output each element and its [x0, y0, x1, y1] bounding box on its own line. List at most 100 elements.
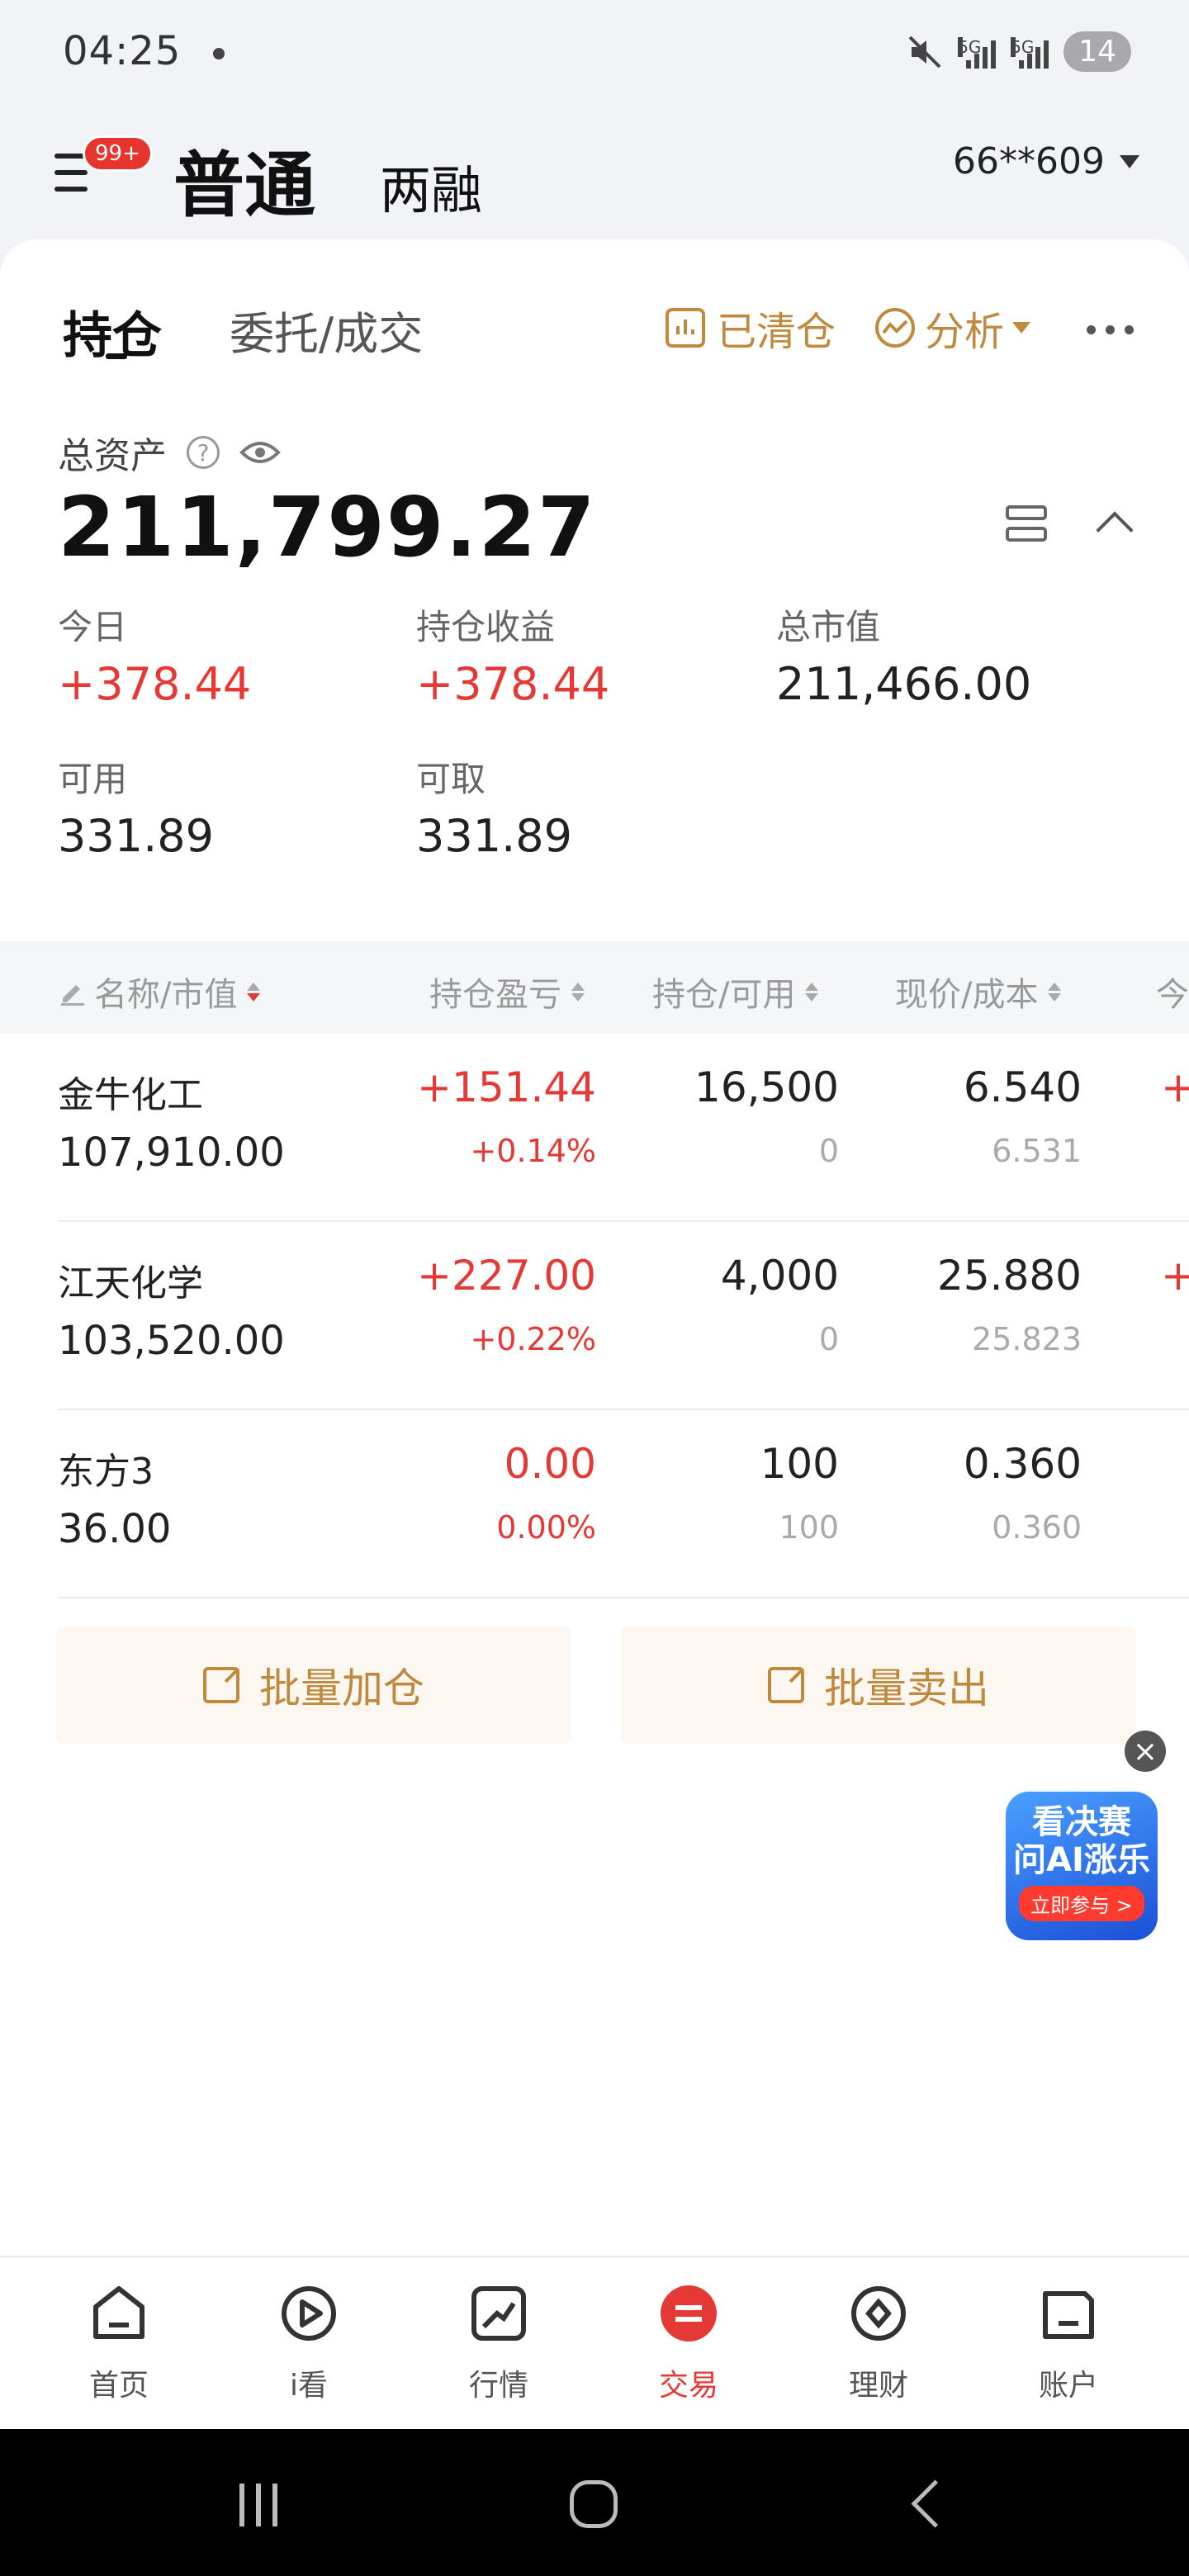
main-card: 持仓 委托/成交 已清仓 分析 总资产 ? 211,799.27 今日 +378…: [0, 239, 1189, 2256]
sort-icon: [805, 982, 819, 1002]
column-position-label: 持仓/可用: [652, 976, 796, 1014]
stock-price: 6.540: [963, 1063, 1082, 1111]
notification-badge: 99+: [83, 135, 153, 172]
stock-available: 0: [818, 1133, 839, 1169]
batch-sell-button[interactable]: 批量卖出: [621, 1627, 1136, 1744]
nav-account-label: 账户: [1038, 2369, 1098, 2403]
wealth-icon: [851, 2286, 906, 2341]
metric-holding-pl-value: +378.44: [416, 658, 610, 710]
status-icons: 5G 5G 14: [907, 31, 1131, 72]
analysis-button[interactable]: 分析: [874, 299, 1031, 357]
metric-available-label: 可用: [58, 759, 128, 799]
recent-apps-icon[interactable]: [239, 2484, 277, 2526]
stock-position: 4,000: [720, 1252, 839, 1300]
bottom-nav: 首页 i看 行情 交易 理财 账户: [0, 2256, 1189, 2431]
stock-price: 0.360: [963, 1440, 1082, 1488]
stock-pl: 0.00: [504, 1440, 596, 1488]
close-ad-icon[interactable]: ×: [1125, 1731, 1166, 1772]
metric-today-value: +378.44: [58, 658, 252, 710]
status-bar: 04:25 5G 5G 14: [0, 0, 1189, 107]
table-row[interactable]: 金牛化工 107,910.00 +151.44 +0.14% 16,500 0 …: [0, 1034, 1189, 1222]
ad-line1: 看决赛: [1032, 1803, 1131, 1841]
column-name[interactable]: 名称/市值: [58, 968, 261, 1016]
metric-available: 可用 331.89: [58, 751, 214, 862]
table-row[interactable]: 东方3 36.00 0.00 0.00% 100 100 0.360 0.360: [0, 1410, 1189, 1598]
trade-tabs: 持仓 委托/成交 已清仓 分析: [0, 239, 1189, 365]
sort-icon: [571, 982, 585, 1002]
home-button-icon[interactable]: [570, 2480, 618, 2528]
signal-icon-1: 5G: [958, 36, 997, 69]
status-time: 04:25: [63, 28, 182, 74]
edit-icon[interactable]: [58, 977, 88, 1006]
home-icon: [93, 2286, 144, 2339]
nav-market-label: 行情: [468, 2369, 528, 2403]
batch-sell-icon: [768, 1667, 804, 1703]
bar-chart-icon: [666, 308, 705, 348]
tab-margin-account[interactable]: 两融: [380, 149, 482, 223]
stock-pl: +151.44: [417, 1063, 596, 1111]
eye-icon[interactable]: [239, 438, 281, 466]
cleared-label: 已清仓: [717, 309, 836, 355]
stock-name: 东方3: [58, 1451, 154, 1493]
nav-watch-label: i看: [289, 2369, 328, 2403]
layout-toggle-icon[interactable]: [1006, 505, 1047, 542]
nav-watch[interactable]: i看: [234, 2282, 383, 2404]
metric-market-value-label: 总市值: [776, 607, 881, 647]
account-icon: [1043, 2291, 1094, 2339]
tab-orders[interactable]: 委托/成交: [230, 297, 423, 362]
metric-withdrawable: 可取 331.89: [416, 751, 572, 862]
chevron-up-icon[interactable]: [1096, 511, 1134, 549]
nav-home[interactable]: 首页: [45, 2282, 193, 2404]
batch-sell-label: 批量卖出: [824, 1664, 989, 1712]
total-assets-label: 总资产: [58, 435, 167, 477]
metric-today-label: 今日: [58, 607, 128, 647]
mute-icon: [908, 36, 941, 68]
stock-pl: +227.00: [417, 1252, 596, 1300]
metric-holding-pl: 持仓收益 +378.44: [416, 599, 609, 710]
stock-today-pl: +: [1161, 1063, 1189, 1111]
metric-market-value-value: 211,466.00: [776, 658, 1032, 710]
column-position[interactable]: 持仓/可用: [652, 968, 819, 1016]
column-pl[interactable]: 持仓盈亏: [429, 968, 585, 1016]
nav-market[interactable]: 行情: [424, 2282, 573, 2404]
row-divider: [58, 1597, 1189, 1598]
stock-pl-percent: +0.14%: [470, 1133, 596, 1169]
stock-name: 江天化学: [58, 1262, 203, 1305]
cleared-positions-button[interactable]: 已清仓: [664, 299, 836, 357]
stock-position: 100: [760, 1440, 839, 1488]
tab-normal-account[interactable]: 普通: [173, 127, 315, 230]
stock-cost: 6.531: [992, 1133, 1082, 1169]
trend-icon: [875, 308, 915, 348]
stock-cost: 0.360: [992, 1509, 1082, 1546]
trade-icon: [661, 2285, 717, 2342]
metric-withdrawable-label: 可取: [416, 759, 486, 799]
stock-pl-percent: +0.22%: [470, 1321, 596, 1357]
total-assets-header: 总资产 ?: [58, 426, 281, 479]
table-row[interactable]: 江天化学 103,520.00 +227.00 +0.22% 4,000 0 2…: [0, 1222, 1189, 1410]
nav-trade-label: 交易: [658, 2369, 718, 2403]
ad-line2: 问AI涨乐: [1013, 1841, 1150, 1879]
back-icon[interactable]: [911, 2479, 959, 2528]
nav-trade[interactable]: 交易: [614, 2282, 763, 2404]
stock-market-value: 36.00: [58, 1506, 172, 1552]
column-price[interactable]: 现价/成本: [895, 968, 1062, 1016]
system-nav-bar: [0, 2429, 1189, 2576]
batch-add-button[interactable]: 批量加仓: [56, 1627, 571, 1744]
more-icon[interactable]: [1087, 325, 1134, 334]
stock-pl-percent: 0.00%: [496, 1509, 596, 1546]
help-icon[interactable]: ?: [187, 436, 220, 469]
analysis-label: 分析: [925, 309, 1005, 355]
promo-floating-ad[interactable]: 看决赛 问AI涨乐 立即参与 >: [1006, 1792, 1158, 1940]
batch-add-icon: [203, 1667, 239, 1703]
column-today[interactable]: 今: [1156, 968, 1189, 1016]
stock-available: 0: [818, 1321, 839, 1357]
account-selector[interactable]: 66**609: [953, 140, 1139, 182]
stock-position: 16,500: [694, 1063, 839, 1111]
top-bar: 99+ 普通 两融 66**609: [0, 107, 1189, 239]
column-name-label: 名称/市值: [94, 976, 238, 1014]
stock-name: 金牛化工: [58, 1074, 203, 1116]
account-number: 66**609: [953, 140, 1105, 182]
nav-account[interactable]: 账户: [994, 2282, 1143, 2404]
nav-wealth[interactable]: 理财: [804, 2282, 953, 2404]
stock-available: 100: [779, 1509, 839, 1546]
